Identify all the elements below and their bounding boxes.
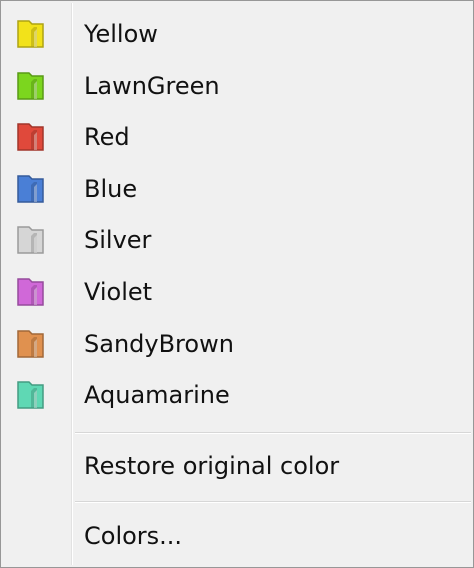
- color-item-label: SandyBrown: [84, 330, 234, 358]
- color-item-violet[interactable]: Violet: [3, 267, 471, 317]
- color-item-sandybrown[interactable]: SandyBrown: [3, 319, 471, 369]
- menu-separator: [75, 501, 471, 503]
- folder-color-context-menu: Yellow LawnGreen Red Blue Silver Violet SandyB…: [0, 0, 474, 568]
- folder-color-icon: [15, 379, 47, 411]
- folder-color-icon: [15, 70, 47, 102]
- menu-separator: [75, 432, 471, 434]
- color-item-label: Violet: [84, 278, 153, 306]
- color-item-yellow[interactable]: Yellow: [3, 9, 471, 59]
- folder-color-icon: [15, 121, 47, 153]
- folder-color-icon: [15, 328, 47, 360]
- folder-color-icon: [15, 224, 47, 256]
- color-item-lawngreen[interactable]: LawnGreen: [3, 61, 471, 111]
- color-item-label: Red: [84, 123, 130, 151]
- restore-original-color-label: Restore original color: [84, 452, 340, 480]
- folder-color-icon: [15, 276, 47, 308]
- color-item-red[interactable]: Red: [3, 112, 471, 162]
- color-item-label: Yellow: [84, 20, 158, 48]
- folder-color-icon: [15, 18, 47, 50]
- colors-dialog-item[interactable]: Colors...: [3, 511, 471, 561]
- restore-original-color-item[interactable]: Restore original color: [3, 441, 471, 491]
- colors-dialog-label: Colors...: [84, 522, 183, 550]
- color-item-label: Silver: [84, 226, 152, 254]
- color-item-label: Blue: [84, 175, 138, 203]
- color-item-silver[interactable]: Silver: [3, 215, 471, 265]
- color-item-aquamarine[interactable]: Aquamarine: [3, 370, 471, 420]
- color-item-label: LawnGreen: [84, 72, 220, 100]
- folder-color-icon: [15, 173, 47, 205]
- color-item-blue[interactable]: Blue: [3, 164, 471, 214]
- color-item-label: Aquamarine: [84, 381, 230, 409]
